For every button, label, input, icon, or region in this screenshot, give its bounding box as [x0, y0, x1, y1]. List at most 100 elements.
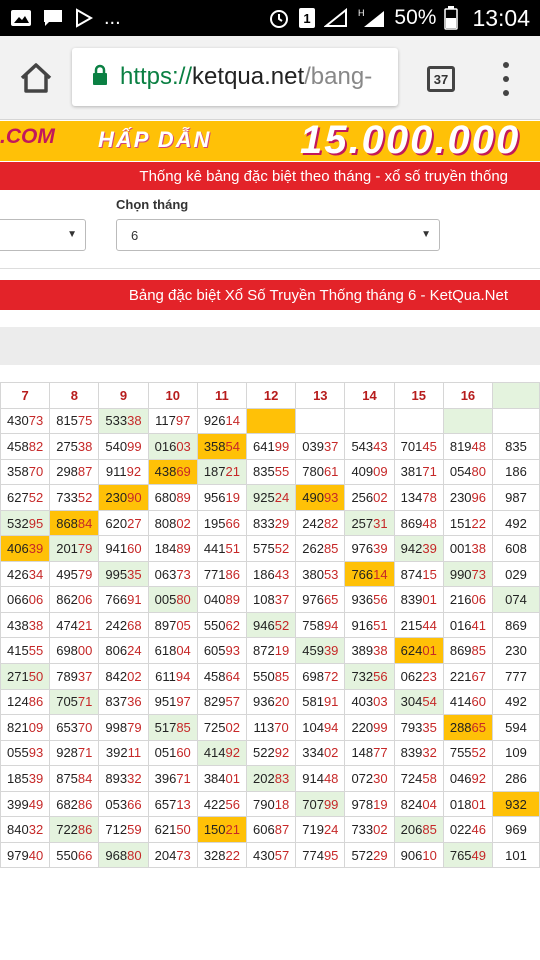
cell-tail-digits: 21: [225, 464, 240, 480]
cell-tail-digits: 39: [373, 541, 388, 557]
left-select[interactable]: ▼: [0, 219, 86, 251]
cell-tail-digits: 70: [28, 464, 44, 480]
overflow-menu-button[interactable]: [496, 62, 516, 96]
table-cell: 62401: [393, 637, 444, 665]
table-cell: 594: [492, 714, 540, 741]
table-cell: 42634: [0, 560, 51, 588]
cell-tail-digits: 71: [77, 745, 93, 761]
cell-prefix: 046: [449, 770, 472, 786]
table-cell: 86884: [49, 509, 100, 537]
cell-tail-digits: 86: [77, 822, 93, 838]
column-header: 16: [442, 382, 494, 409]
svg-text:1: 1: [304, 11, 311, 26]
cell-tail-digits: 01: [225, 770, 240, 786]
table-cell: 91192: [98, 458, 149, 486]
cell-tail-digits: 73: [28, 413, 44, 429]
cell-tail-digits: 78: [422, 489, 437, 505]
cell-prefix: 550: [253, 668, 275, 684]
month-select[interactable]: 6 ▼: [116, 219, 440, 251]
cell-tail-digits: 06: [471, 592, 487, 608]
table-cell: 55062: [196, 611, 248, 639]
table-cell: 89332: [98, 765, 149, 792]
cell-tail-digits: 58: [422, 770, 437, 786]
cell-tail-digits: 91: [127, 592, 142, 608]
cell-tail-digits: 86: [225, 566, 240, 582]
cell-tail-digits: 99: [373, 719, 388, 735]
cell-tail-digits: 00: [77, 643, 93, 659]
table-cell: 41555: [0, 637, 51, 665]
cell-tail-digits: 60: [127, 541, 142, 557]
cell-prefix: 790: [253, 796, 275, 812]
cell-prefix: 039: [302, 438, 324, 454]
cell-prefix: 517: [154, 719, 177, 735]
table-cell: 65370: [49, 714, 100, 741]
play-store-icon: [74, 8, 94, 28]
home-button[interactable]: [16, 58, 56, 98]
table-cell: 20283: [246, 765, 297, 792]
cell-prefix: 995: [105, 566, 128, 582]
ad-banner[interactable]: .COM HẤP DẪN 15.000.000: [0, 121, 540, 161]
cell-prefix: 063: [154, 566, 177, 582]
cell-tail-digits: 01: [471, 796, 487, 812]
cell-tail-digits: 39: [422, 541, 437, 557]
url-bar[interactable]: https://ketqua.net/bang-: [72, 48, 398, 106]
table-cell: 62752: [0, 484, 51, 511]
table-cell: 92614: [196, 407, 248, 435]
table-cell: 41460: [442, 688, 494, 716]
table-cell: [492, 407, 540, 435]
table-cell: 94239: [393, 535, 444, 562]
column-header: 7: [0, 382, 51, 409]
cell-prefix: 380: [302, 566, 324, 582]
table-row: 06606 86206 76691 00580 04089 10837 97665 93656…: [0, 586, 540, 613]
clock: 13:04: [472, 4, 530, 31]
cell-prefix: 430: [7, 413, 29, 429]
cell-prefix: 414: [449, 694, 472, 710]
cell-tail-digits: 83: [274, 770, 290, 786]
cell-prefix: 414: [203, 745, 226, 761]
table-cell: 68089: [147, 484, 198, 511]
cell-prefix: 906: [400, 847, 423, 863]
cell-tail-digits: 90: [127, 489, 142, 505]
cell-tail-digits: 27: [127, 515, 142, 531]
cell-prefix: 821: [7, 719, 29, 735]
cell-tail-digits: 89: [225, 592, 240, 608]
cell-tail-digits: 49: [28, 796, 44, 812]
table-cell: 93656: [344, 586, 395, 613]
status-left: ...: [10, 7, 121, 30]
table-cell: 53338: [98, 407, 149, 435]
table-cell: 23096: [442, 484, 494, 511]
table-cell: 43869: [147, 458, 198, 486]
cell-tail-digits: 32: [28, 822, 44, 838]
cell-prefix: 415: [7, 643, 29, 659]
cell-prefix: 001: [449, 541, 472, 557]
cell-prefix: 430: [253, 847, 275, 863]
table-cell: 95197: [147, 688, 198, 716]
cell-tail-digits: 56: [373, 592, 388, 608]
cell-tail-digits: 02: [373, 489, 388, 505]
cell-prefix: 458: [7, 438, 29, 454]
table-cell: 94652: [246, 611, 297, 639]
cell-prefix: 862: [56, 592, 78, 608]
cell-tail-digits: 97: [175, 413, 191, 429]
cell-tail-digits: 70: [77, 719, 93, 735]
cell-tail-digits: 44: [422, 617, 437, 633]
cell-prefix: 186: [253, 566, 275, 582]
cell-tail-digits: 23: [422, 668, 437, 684]
cell-tail-digits: 87: [274, 822, 290, 838]
table-cell: 76549: [442, 841, 494, 869]
cell-tail-digits: 84: [77, 515, 93, 531]
cell-prefix: 016: [154, 438, 177, 454]
cell-prefix: 624: [400, 643, 423, 659]
table-cell: 28865: [442, 714, 494, 741]
cell-prefix: 606: [253, 822, 275, 838]
table-cell: 987: [492, 484, 540, 511]
table-cell: 38938: [344, 637, 395, 665]
tab-switcher-button[interactable]: 37: [427, 66, 455, 92]
cell-tail-digits: 19: [373, 796, 388, 812]
cell-prefix: 124: [7, 694, 29, 710]
cell-tail-digits: 92: [471, 770, 487, 786]
table-cell: 75894: [295, 611, 346, 639]
table-cell: 69872: [295, 663, 346, 690]
url-scheme: https://: [120, 63, 193, 90]
table-cell: 186: [492, 458, 540, 486]
